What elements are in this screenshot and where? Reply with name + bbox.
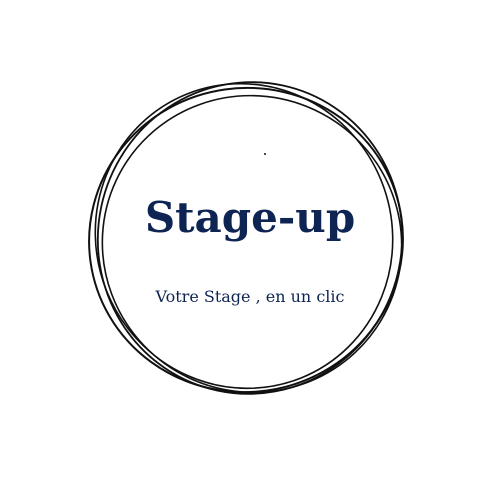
hand-drawn-circle-icon: [88, 81, 404, 395]
speck-dot: [264, 153, 266, 155]
tagline: Votre Stage , en un clic: [155, 287, 345, 306]
brand-name: Stage-up: [144, 193, 356, 242]
